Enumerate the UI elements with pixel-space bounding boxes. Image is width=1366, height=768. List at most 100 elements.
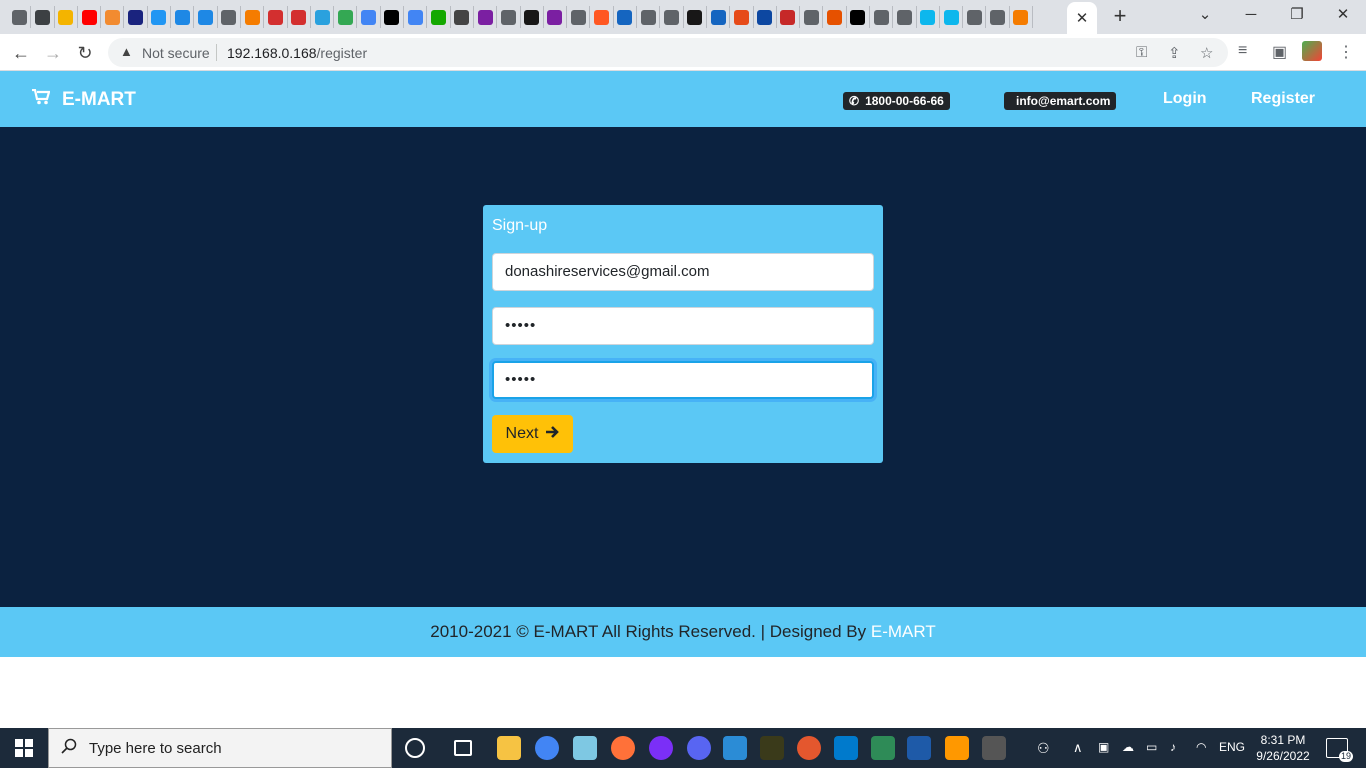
pinned-tab[interactable] [124, 6, 148, 28]
minimize-button[interactable]: ─ [1228, 4, 1274, 26]
close-tab-icon[interactable]: ✕ [1076, 9, 1089, 27]
vscode-icon[interactable] [834, 736, 858, 760]
pinned-tab[interactable] [730, 6, 754, 28]
reload-icon[interactable]: ↻ [72, 40, 98, 66]
register-link[interactable]: Register [1251, 90, 1315, 108]
pinned-tab[interactable] [614, 6, 638, 28]
active-tab[interactable]: ✕ [1067, 2, 1097, 34]
language-indicator[interactable]: ENG [1219, 740, 1245, 754]
chrome-icon[interactable] [535, 736, 559, 760]
email-field[interactable]: donashireservices@gmail.com [492, 253, 874, 291]
url-text[interactable]: 192.168.0.168/register [227, 45, 367, 61]
pinned-tab[interactable] [1010, 6, 1034, 28]
elpan-icon[interactable] [760, 736, 784, 760]
pinned-tab[interactable] [55, 6, 78, 28]
xampp-icon[interactable] [797, 736, 821, 760]
tab-search-chevron-icon[interactable]: ⌄ [1182, 4, 1228, 26]
pinned-tab[interactable] [264, 6, 288, 28]
share-icon[interactable]: ⇪ [1168, 44, 1181, 62]
people-icon[interactable]: ⚇ [1037, 740, 1050, 757]
windows-start-icon[interactable] [0, 728, 48, 768]
pinned-tab[interactable] [707, 6, 731, 28]
new-tab-button[interactable]: + [1108, 5, 1132, 29]
virtualbox-icon[interactable] [907, 736, 931, 760]
pinned-tab[interactable] [357, 6, 381, 28]
pinned-tab[interactable] [404, 6, 428, 28]
cortana-icon[interactable] [405, 738, 425, 758]
pinned-tab[interactable] [870, 6, 894, 28]
back-icon[interactable]: ← [8, 40, 34, 66]
volume-icon[interactable]: ♪ [1170, 740, 1176, 754]
brand-link[interactable]: E-MART [32, 88, 136, 111]
side-panel-icon[interactable]: ▣ [1272, 42, 1287, 62]
pinned-tab[interactable] [241, 6, 265, 28]
pinned-tab[interactable] [497, 6, 521, 28]
system-clock[interactable]: 8:31 PM 9/26/2022 [1248, 732, 1318, 764]
firefox-icon[interactable] [611, 736, 635, 760]
sublime-icon[interactable] [945, 736, 969, 760]
pinned-tab[interactable] [684, 6, 707, 28]
pinned-tab[interactable] [218, 6, 241, 28]
battery-icon[interactable]: ▭ [1146, 740, 1157, 754]
reading-list-icon[interactable]: ≡ [1238, 42, 1247, 60]
tray-app-icon[interactable]: ▣ [1098, 740, 1109, 754]
warning-icon[interactable]: ▲ [120, 44, 133, 59]
address-bar[interactable]: ▲ Not secure 192.168.0.168/register ⚿ ⇪ … [108, 38, 1228, 67]
pinned-tab[interactable] [917, 6, 940, 28]
task-view-icon[interactable] [454, 740, 472, 756]
pinned-tab[interactable] [847, 6, 870, 28]
pinned-tab[interactable] [381, 6, 405, 28]
pinned-tab[interactable] [590, 6, 614, 28]
confirm-password-field[interactable]: ••••• [492, 361, 874, 399]
pinned-tab[interactable] [940, 6, 964, 28]
pinned-tab[interactable] [288, 6, 311, 28]
discord-icon[interactable] [687, 736, 711, 760]
password-field[interactable]: ••••• [492, 307, 874, 345]
pinned-tab[interactable] [777, 6, 801, 28]
pinned-tab[interactable] [101, 6, 125, 28]
pinned-tab[interactable] [637, 6, 661, 28]
wifi-icon[interactable]: ◠ [1196, 740, 1206, 754]
star-icon[interactable]: ☆ [1200, 44, 1213, 62]
pinned-tab[interactable] [963, 6, 987, 28]
pinned-tab[interactable] [451, 6, 474, 28]
pinned-tab[interactable] [800, 6, 824, 28]
taskbar-search-input[interactable]: Type here to search [48, 728, 392, 768]
pinned-tab[interactable] [521, 6, 544, 28]
pinned-tab[interactable] [194, 6, 218, 28]
pinned-tab[interactable] [311, 6, 335, 28]
git-icon[interactable] [871, 736, 895, 760]
pinned-tab[interactable] [754, 6, 777, 28]
next-button[interactable]: Next [492, 415, 573, 453]
pinned-tab[interactable] [8, 6, 32, 28]
notification-center-icon[interactable]: 19 [1326, 738, 1353, 762]
pinned-tab[interactable] [823, 6, 847, 28]
tray-chevron-icon[interactable]: ∧ [1073, 740, 1083, 756]
footer-brand-link[interactable]: E-MART [871, 622, 936, 641]
pinned-tab[interactable] [660, 6, 684, 28]
profile-avatar-icon[interactable] [1302, 41, 1322, 61]
pinned-tab[interactable] [78, 6, 102, 28]
pinned-tab[interactable] [544, 6, 568, 28]
pinned-tab[interactable] [171, 6, 195, 28]
jfrog-icon[interactable] [723, 736, 747, 760]
close-window-button[interactable]: ✕ [1320, 4, 1366, 26]
key-icon[interactable]: ⚿ [1136, 44, 1147, 61]
settings-icon[interactable] [982, 736, 1006, 760]
tor-browser-icon[interactable] [649, 736, 673, 760]
pinned-tab[interactable] [427, 6, 451, 28]
pinned-tab[interactable] [893, 6, 917, 28]
pinned-tab[interactable] [31, 6, 55, 28]
not-secure-label[interactable]: Not secure [142, 45, 210, 61]
forward-icon[interactable]: → [40, 40, 66, 66]
pinned-tab[interactable] [148, 6, 172, 28]
menu-icon[interactable]: ⋮ [1338, 42, 1354, 62]
pinned-tab[interactable] [986, 6, 1010, 28]
cloud-icon[interactable]: ☁ [1122, 740, 1134, 754]
login-link[interactable]: Login [1163, 90, 1207, 108]
pinned-tab[interactable] [334, 6, 358, 28]
file-explorer-icon[interactable] [497, 736, 521, 760]
pinned-tab[interactable] [474, 6, 498, 28]
pinned-tab[interactable] [567, 6, 591, 28]
notepad-icon[interactable] [573, 736, 597, 760]
